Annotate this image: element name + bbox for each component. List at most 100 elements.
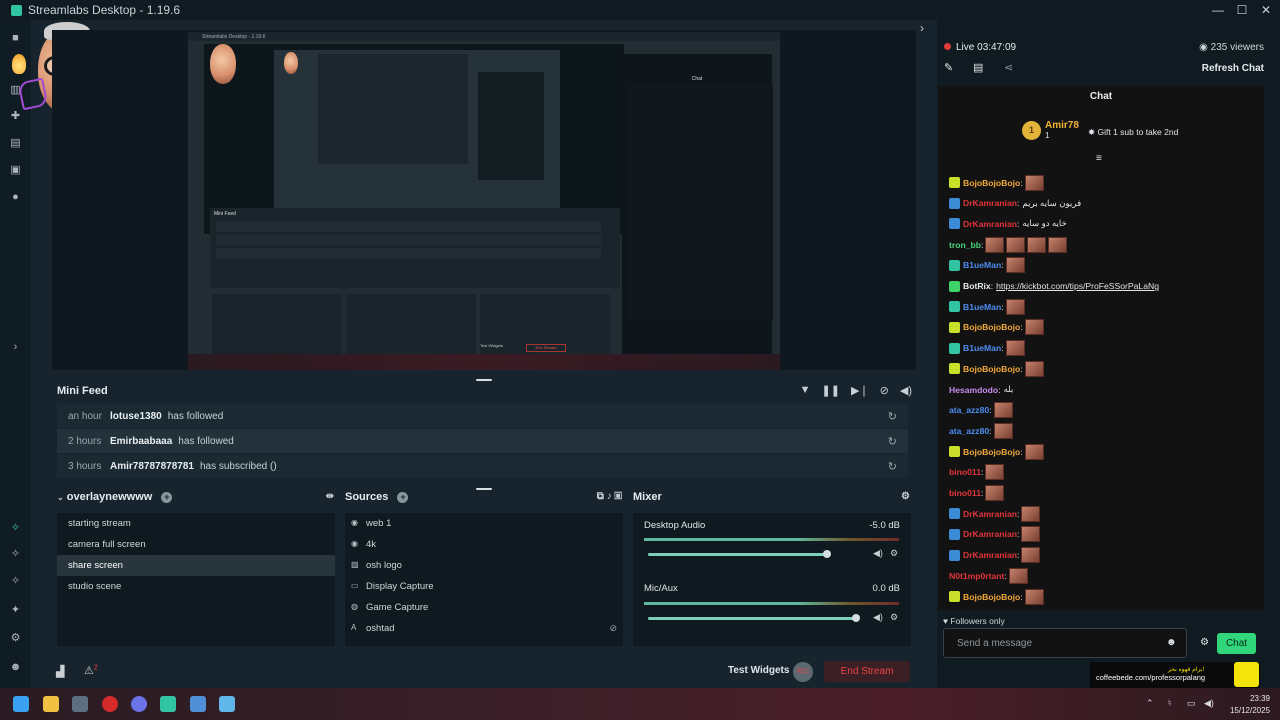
repeat-alert-icon[interactable]: ↻: [888, 460, 897, 473]
chat-username[interactable]: bino011: [949, 488, 981, 498]
volume-slider-knob[interactable]: [852, 614, 860, 622]
record-button[interactable]: REC: [793, 662, 813, 682]
chat-username[interactable]: DrKamranian: [963, 529, 1017, 539]
mute-icon[interactable]: ◀): [873, 548, 883, 559]
chat-send-button[interactable]: Chat: [1217, 633, 1256, 654]
chat-username[interactable]: B1ueMan: [963, 302, 1001, 312]
layout-icon[interactable]: ▤: [973, 61, 983, 74]
source-tools-icons[interactable]: ⧉ ♪ ▣: [597, 491, 622, 502]
collapse-pinned-icon[interactable]: ≡: [1096, 153, 1102, 164]
chat-username[interactable]: DrKamranian: [963, 198, 1017, 208]
chat-link[interactable]: https://kickbot.com/tips/ProFeSSorPaLaNg: [996, 281, 1159, 291]
sparkle-icon[interactable]: ✦: [9, 604, 22, 617]
opera-icon[interactable]: [102, 696, 118, 712]
scene-collection-name[interactable]: overlaynewwww: [67, 491, 153, 503]
edit-icon[interactable]: ✎: [944, 61, 953, 74]
system-clock[interactable]: 23:39 15/12/2025: [1230, 693, 1270, 717]
scene-item[interactable]: starting stream: [57, 513, 335, 534]
chat-username[interactable]: ata_azz80: [949, 426, 989, 436]
stats-icon[interactable]: ▟: [56, 665, 64, 678]
share-icon[interactable]: ⋖: [1004, 61, 1013, 74]
volume-slider-track[interactable]: [648, 617, 856, 620]
cards-icon[interactable]: ▣: [9, 164, 22, 177]
chat-username[interactable]: Hesamdodo: [949, 385, 998, 395]
chat-username[interactable]: ata_azz80: [949, 405, 989, 415]
play-icon[interactable]: ●: [9, 191, 22, 204]
repeat-alert-icon[interactable]: ↻: [888, 410, 897, 423]
add-scene-icon[interactable]: +: [161, 492, 173, 503]
test-widgets-button[interactable]: Test Widgets: [728, 665, 789, 676]
repeat-alert-icon[interactable]: ↻: [888, 435, 897, 448]
source-item[interactable]: ◉ 4k: [351, 534, 376, 555]
speaker-icon[interactable]: ◀): [1204, 698, 1214, 709]
source-item[interactable]: ▭ Display Capture: [351, 576, 434, 597]
chat-username[interactable]: BojoBojoBojo: [963, 364, 1020, 374]
collapse-panel-chevron-icon[interactable]: ›: [920, 21, 924, 35]
app-taskbar-icon-2[interactable]: [219, 696, 235, 712]
alert-icon[interactable]: ⚠2: [84, 664, 98, 677]
close-button[interactable]: ✕: [1256, 3, 1276, 17]
source-item[interactable]: ◍ Game Capture: [351, 597, 428, 618]
file-explorer-icon[interactable]: [43, 696, 59, 712]
channel-settings-icon[interactable]: ⚙: [890, 612, 898, 623]
tray-chevron-icon[interactable]: ⌃: [1146, 698, 1154, 709]
chat-username[interactable]: tron_bb: [949, 240, 981, 250]
mixer-settings-icon[interactable]: ⚙: [901, 491, 910, 502]
pause-icon[interactable]: ❚❚: [822, 384, 840, 397]
source-item[interactable]: ▨ osh logo: [351, 555, 402, 576]
visibility-hidden-icon[interactable]: ⊘: [609, 623, 617, 634]
maximize-button[interactable]: ☐: [1232, 3, 1252, 17]
volume-slider-knob[interactable]: [822, 550, 831, 558]
channel-settings-icon[interactable]: ⚙: [890, 548, 898, 559]
filter-icon[interactable]: ▼: [800, 384, 811, 397]
chat-username[interactable]: BojoBojoBojo: [963, 322, 1020, 332]
microphone-icon[interactable]: ♮: [1168, 698, 1171, 709]
chat-username[interactable]: N0t1mp0rtant: [949, 571, 1004, 581]
network-icon[interactable]: ▭: [1187, 698, 1196, 709]
streamlabs-taskbar-icon[interactable]: [160, 696, 176, 712]
volume-icon[interactable]: ◀): [900, 384, 912, 397]
chat-settings-icon[interactable]: ⚙: [1200, 637, 1209, 648]
send-message-input[interactable]: Send a message: [943, 628, 1187, 658]
source-item[interactable]: Aoshtad ⊘: [351, 618, 617, 639]
add-source-icon[interactable]: +: [397, 492, 409, 503]
chevron-down-icon[interactable]: ⌄: [57, 493, 64, 502]
discord-icon[interactable]: [131, 696, 147, 712]
expand-chevron-icon[interactable]: ›: [9, 341, 22, 354]
gear-icon[interactable]: ⚙: [9, 632, 22, 645]
mute-alerts-icon[interactable]: ⊘: [880, 384, 889, 397]
emoji-icon[interactable]: ☻: [1166, 637, 1177, 648]
app-taskbar-icon[interactable]: [190, 696, 206, 712]
chat-username[interactable]: bino011: [949, 467, 981, 477]
store-icon[interactable]: ▤: [9, 137, 22, 150]
minimize-button[interactable]: —: [1208, 3, 1228, 17]
feed-action: has followed: [167, 410, 224, 422]
scene-item[interactable]: studio scene: [57, 576, 335, 597]
refresh-chat-button[interactable]: Refresh Chat: [1202, 63, 1264, 74]
chat-username[interactable]: DrKamranian: [963, 219, 1017, 229]
chat-username[interactable]: DrKamranian: [963, 550, 1017, 560]
scene-item-selected[interactable]: share screen: [57, 555, 335, 576]
volume-slider-track[interactable]: [648, 553, 827, 556]
mute-icon[interactable]: ◀): [873, 612, 883, 623]
gift-sub-prompt[interactable]: ✸ Gift 1 sub to take 2nd: [1088, 127, 1178, 138]
app-icon-2[interactable]: ✧: [9, 548, 22, 561]
skip-icon[interactable]: ▶❘: [851, 384, 869, 397]
transition-icon[interactable]: ⇹: [326, 491, 334, 502]
chat-username[interactable]: DrKamranian: [963, 509, 1017, 519]
chat-username[interactable]: BojoBojoBojo: [963, 178, 1020, 188]
steam-icon[interactable]: [72, 696, 88, 712]
scene-item[interactable]: camera full screen: [57, 534, 335, 555]
chat-username[interactable]: BojoBojoBojo: [963, 447, 1020, 457]
app-icon-3[interactable]: ✧: [9, 575, 22, 588]
chat-username[interactable]: B1ueMan: [963, 343, 1001, 353]
chat-username[interactable]: BojoBojoBojo: [963, 592, 1020, 602]
resize-handle[interactable]: [476, 488, 492, 490]
app-icon-1[interactable]: ✧: [9, 522, 22, 535]
chat-username[interactable]: B1ueMan: [963, 260, 1001, 270]
windows-start-icon[interactable]: [13, 696, 29, 712]
user-icon[interactable]: ☻: [9, 661, 22, 674]
source-item[interactable]: ◉ web 1: [351, 513, 391, 534]
chat-username[interactable]: BotRix: [963, 281, 991, 291]
end-stream-button[interactable]: End Stream: [824, 661, 910, 682]
